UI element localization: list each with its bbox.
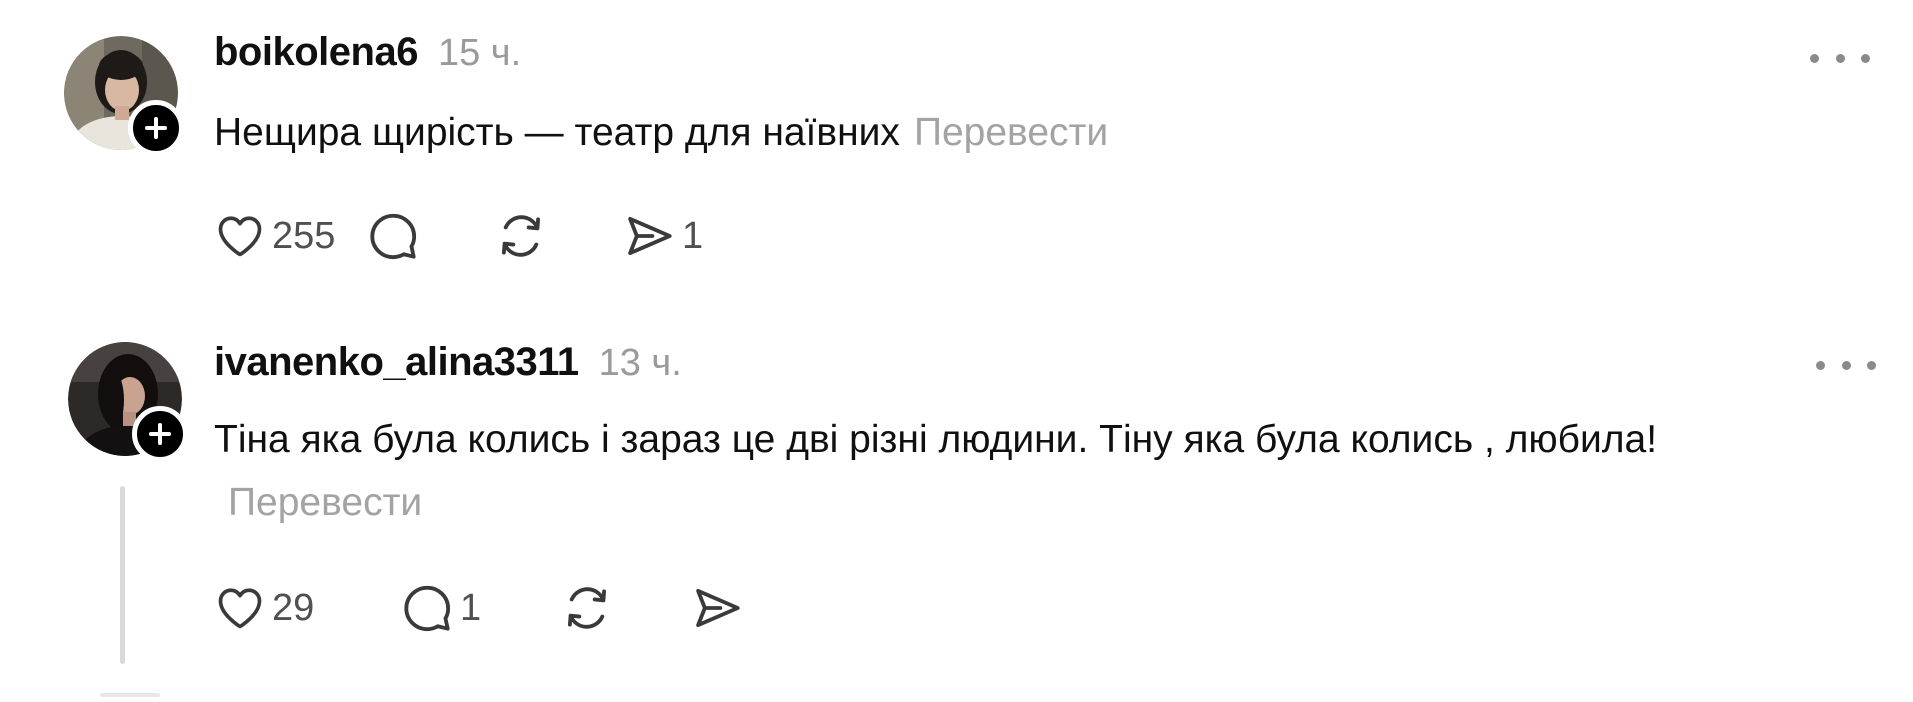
follow-button[interactable] <box>132 406 188 462</box>
follow-button[interactable] <box>128 100 184 156</box>
post-1: boikolena6 15 ч. Нещира щирість — театр … <box>0 0 1913 300</box>
like-button[interactable]: 29 <box>214 582 400 634</box>
more-dot <box>1861 53 1870 63</box>
more-options-button[interactable] <box>1810 43 1870 73</box>
avatar-wrap[interactable] <box>64 36 184 156</box>
heart-icon <box>218 216 262 257</box>
post-body: Тіна яка була колись і зараз це дві різн… <box>214 408 1734 534</box>
repost-icon <box>567 587 607 629</box>
avatar-wrap[interactable] <box>68 342 188 462</box>
repost-button[interactable] <box>560 581 690 635</box>
reply-button[interactable]: 1 <box>400 581 560 635</box>
heart-icon <box>218 588 262 629</box>
divider <box>100 693 160 697</box>
post-time[interactable]: 15 ч. <box>438 32 521 75</box>
more-dot <box>1841 360 1851 370</box>
more-horizontal-icon <box>1810 53 1819 63</box>
more-dot <box>1867 360 1876 370</box>
plus-icon <box>145 117 167 139</box>
username[interactable]: ivanenko_alina3311 <box>214 340 579 385</box>
send-icon <box>628 216 672 256</box>
like-count: 29 <box>272 586 315 629</box>
repost-icon <box>501 215 541 257</box>
post-actions: 255 1 <box>214 206 703 266</box>
post-text: Тіна яка була колись і зараз це дві різн… <box>214 418 1658 461</box>
reply-count: 1 <box>460 586 482 629</box>
thread-line <box>120 486 125 664</box>
more-options-button[interactable] <box>1816 350 1876 380</box>
post-body: Нещира щирість — театр для наївних Переве… <box>214 101 1774 164</box>
like-button[interactable]: 255 <box>214 210 366 262</box>
share-button[interactable]: 1 <box>622 209 703 263</box>
post-header: boikolena6 15 ч. <box>214 30 521 75</box>
translate-link[interactable]: Перевести <box>228 481 422 524</box>
comment-bubble-icon <box>370 213 417 260</box>
reply-button[interactable] <box>366 209 494 263</box>
post-time[interactable]: 13 ч. <box>599 342 682 385</box>
threads-feed: boikolena6 15 ч. Нещира щирість — театр … <box>0 0 1913 702</box>
post-2: ivanenko_alina3311 13 ч. Тіна яка була к… <box>0 300 1913 702</box>
more-horizontal-icon <box>1816 360 1825 370</box>
send-icon <box>696 588 740 628</box>
post-header: ivanenko_alina3311 13 ч. <box>214 340 682 385</box>
repost-button[interactable] <box>494 209 622 263</box>
plus-icon <box>149 423 171 445</box>
post-text: Нещира щирість — театр для наївних <box>214 111 900 154</box>
username[interactable]: boikolena6 <box>214 30 418 75</box>
post-actions: 29 1 <box>214 578 750 638</box>
more-dot <box>1835 53 1845 63</box>
translate-link[interactable]: Перевести <box>914 111 1108 154</box>
share-count: 1 <box>682 214 704 257</box>
like-count: 255 <box>272 214 336 257</box>
comment-bubble-icon <box>404 585 451 632</box>
share-button[interactable] <box>690 581 750 635</box>
